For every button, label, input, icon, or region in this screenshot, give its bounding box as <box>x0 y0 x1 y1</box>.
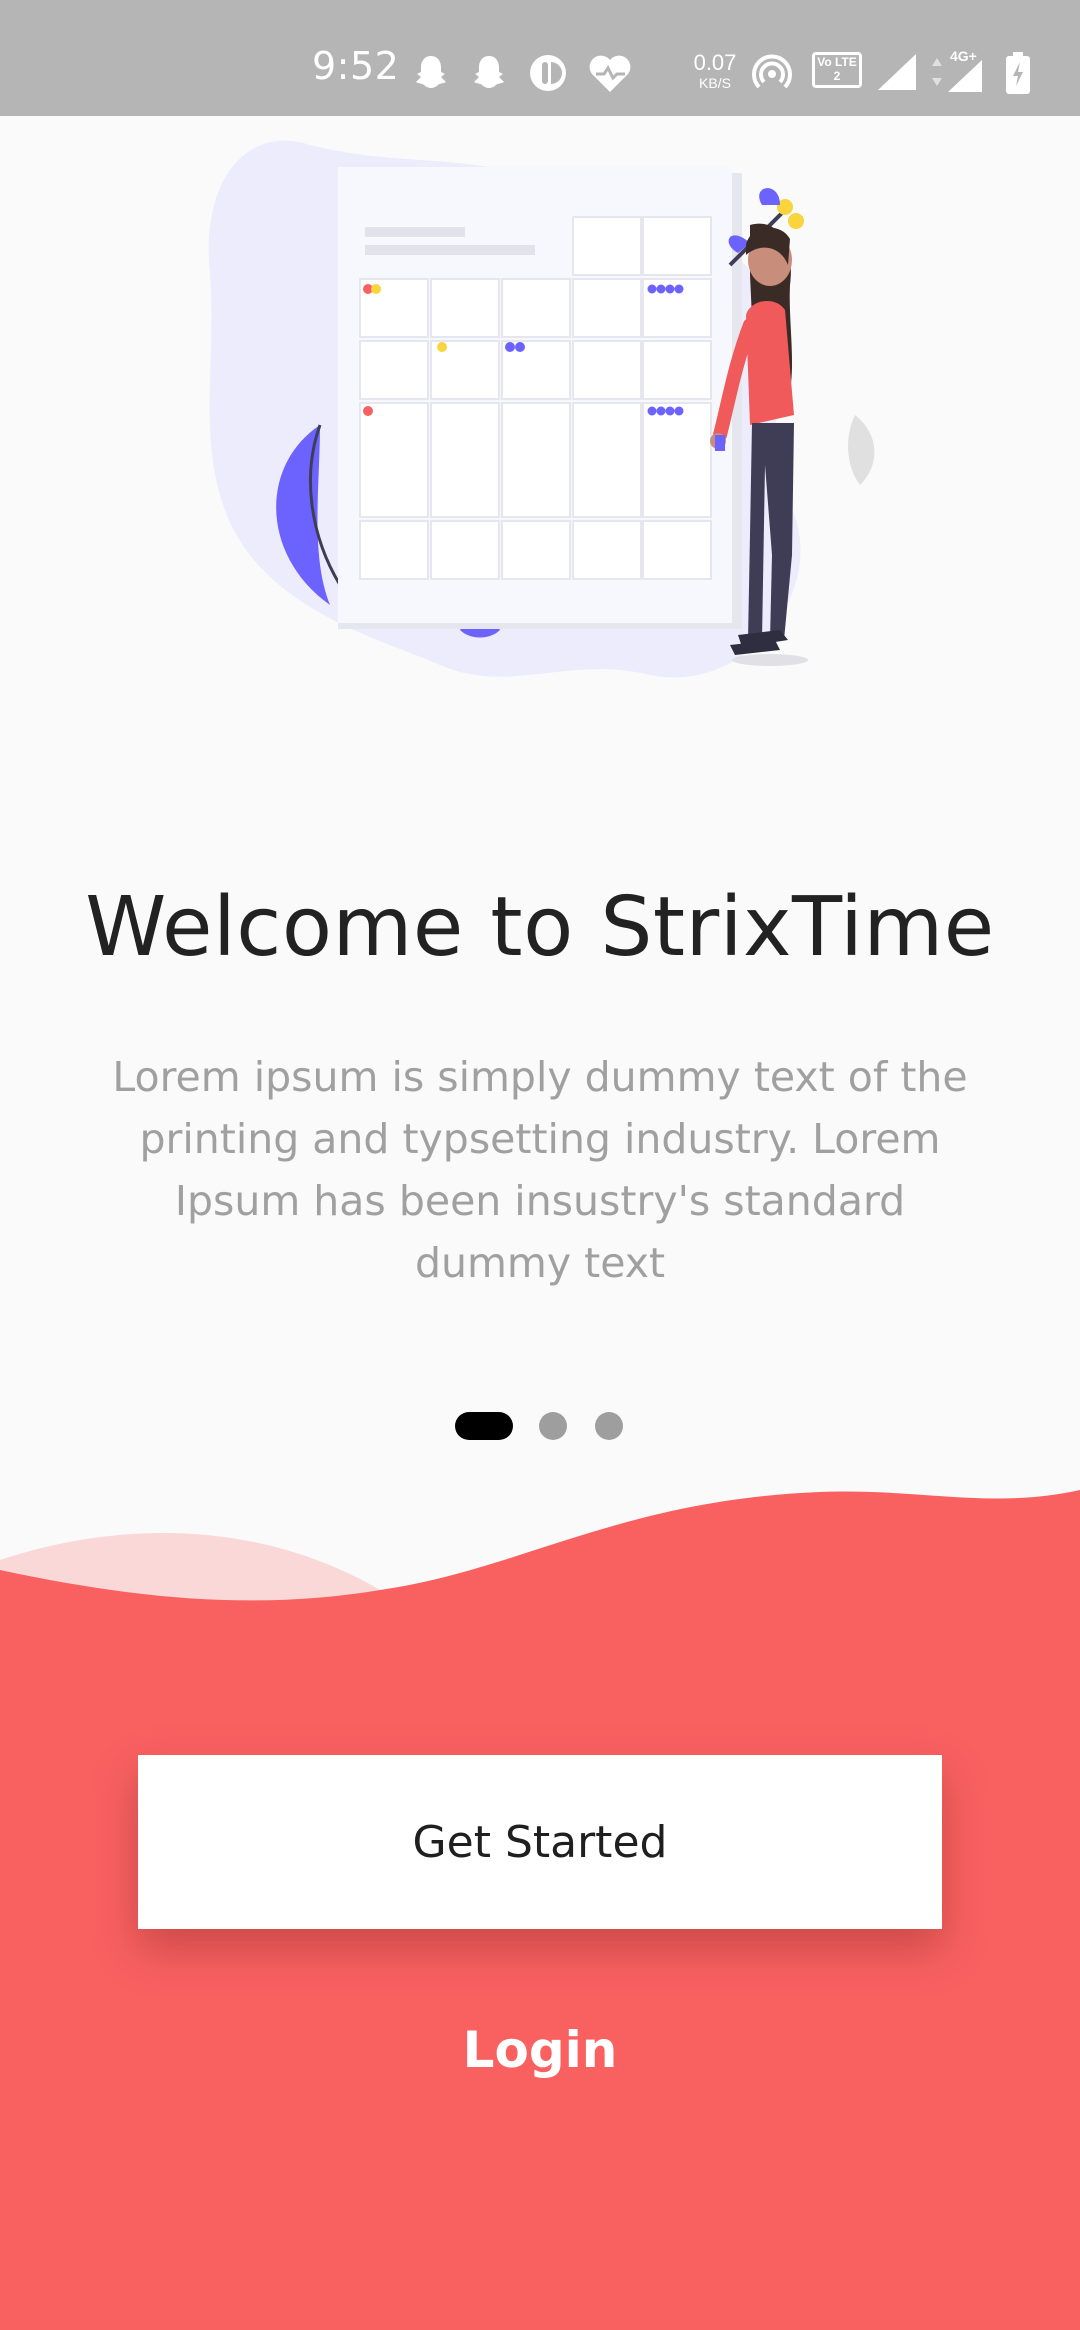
welcome-description: Lorem ipsum is simply dummy text of the … <box>112 1053 968 1287</box>
snapchat-icon <box>416 56 446 88</box>
status-time: 9:52 <box>312 44 400 88</box>
app-icon <box>530 55 566 91</box>
health-heart-icon <box>589 55 631 92</box>
battery-charging-icon <box>1006 52 1030 94</box>
data-arrows-icon <box>932 58 942 86</box>
get-started-button[interactable]: Get Started <box>138 1755 942 1929</box>
signal-4g-icon <box>948 60 982 92</box>
page-indicator <box>0 1412 1080 1442</box>
snapchat-icon <box>474 56 504 88</box>
login-link[interactable]: Login <box>390 2010 690 2090</box>
page-dot[interactable] <box>539 1412 567 1440</box>
calendar-illustration <box>208 140 875 678</box>
network-speed-unit: KB/S <box>699 75 731 91</box>
signal-icon <box>878 54 916 90</box>
network-speed-value: 0.07 <box>693 50 737 75</box>
hotspot-icon <box>752 54 792 89</box>
page-dot[interactable] <box>595 1412 623 1440</box>
volte-icon: Vo LTE 2 <box>812 52 862 88</box>
network-speed: 0.07 KB/S <box>682 50 748 91</box>
page-dot-active[interactable] <box>455 1412 513 1440</box>
welcome-title: Welcome to StrixTime <box>85 880 995 975</box>
status-bar: 9:52 0.07 KB/S Vo LTE 2 4G+ <box>0 0 1080 116</box>
